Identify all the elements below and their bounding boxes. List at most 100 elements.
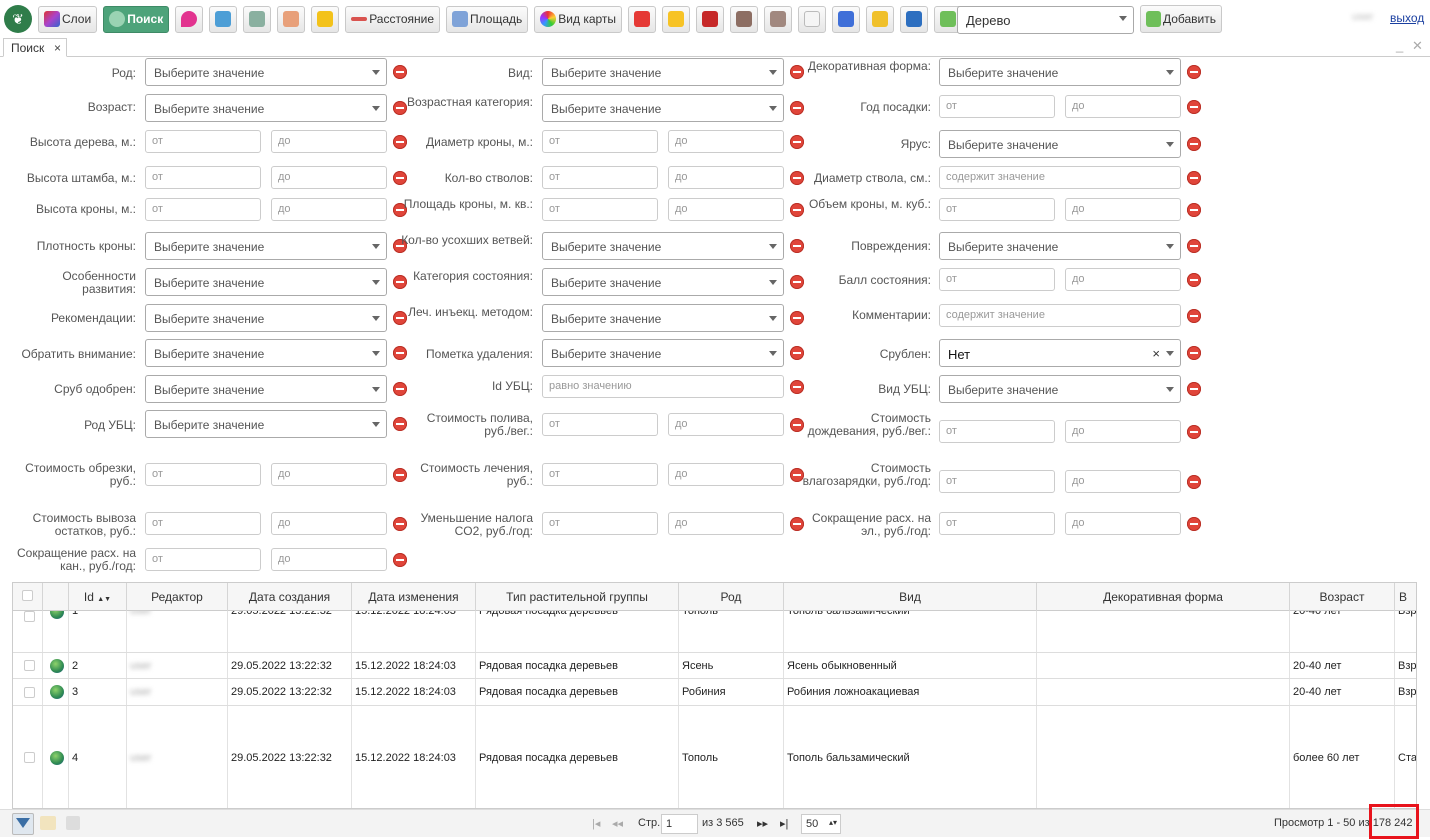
stoim_vlago-from-input[interactable]: от	[939, 470, 1055, 493]
vid_ubc-select[interactable]: Выберите значение	[939, 375, 1181, 403]
clipboard-button[interactable]	[798, 5, 827, 33]
vozrast-select[interactable]: Выберите значение	[145, 94, 387, 122]
edit-tool-button[interactable]	[730, 5, 759, 33]
id_ubc-input[interactable]: равно значению	[542, 375, 784, 398]
remove-filter-decor-icon[interactable]	[1187, 65, 1201, 79]
object-type-select[interactable]: Дерево	[957, 6, 1134, 34]
povrezhdenia-select[interactable]: Выберите значение	[939, 232, 1181, 260]
rod_ubc-select[interactable]: Выберите значение	[145, 410, 387, 438]
vysota_shtamba-from-input[interactable]: от	[145, 166, 261, 189]
decor-select[interactable]: Выберите значение	[939, 58, 1181, 86]
srub_odobren-select[interactable]: Выберите значение	[145, 375, 387, 403]
row-checkbox[interactable]	[23, 611, 35, 622]
remove-filter-ball-icon[interactable]	[1187, 273, 1201, 287]
map-pin-button[interactable]	[175, 5, 204, 33]
remove-filter-stoim_dozhd-icon[interactable]	[1187, 425, 1201, 439]
pometka-select[interactable]: Выберите значение	[542, 339, 784, 367]
remove-filter-obem_krony-icon[interactable]	[1187, 203, 1201, 217]
remove-filter-diam_stvola-icon[interactable]	[1187, 171, 1201, 185]
select-all-checkbox[interactable]	[22, 590, 33, 601]
page-input[interactable]: 1	[661, 814, 698, 834]
add-button[interactable]: Добавить	[1140, 5, 1222, 33]
row-checkbox[interactable]	[23, 660, 35, 671]
remove-filter-vid_ubc-icon[interactable]	[1187, 382, 1201, 396]
clear-icon[interactable]: ×	[1152, 346, 1160, 361]
map-select-button[interactable]	[209, 5, 238, 33]
umen_naloga-from-input[interactable]: от	[542, 512, 658, 535]
ploshad_krony-to-input[interactable]: до	[668, 198, 784, 221]
mapview-button[interactable]: Вид карты	[534, 5, 623, 33]
page-size-select[interactable]: 50 ▴▾	[801, 814, 841, 834]
ploshad_krony-from-input[interactable]: от	[542, 198, 658, 221]
usokh-select[interactable]: Выберите значение	[542, 232, 784, 260]
stoim_obrezki-from-input[interactable]: от	[145, 463, 261, 486]
diam_stvola-input[interactable]: содержит значение	[939, 166, 1181, 189]
eraser-button[interactable]	[277, 5, 306, 33]
header-age[interactable]: Возраст	[1290, 583, 1395, 611]
stoim_obrezki-to-input[interactable]: до	[271, 463, 387, 486]
last-page-icon[interactable]: ▸|	[780, 817, 788, 830]
edit-tool2-button[interactable]	[764, 5, 793, 33]
globe-icon[interactable]	[50, 611, 64, 619]
favorites-button[interactable]	[311, 5, 340, 33]
book-button[interactable]	[900, 5, 929, 33]
stoim_dozhd-to-input[interactable]: до	[1065, 420, 1181, 443]
header-next[interactable]: В	[1395, 583, 1416, 611]
stoim_poliva-to-input[interactable]: до	[668, 413, 784, 436]
kol_stvolov-to-input[interactable]: до	[668, 166, 784, 189]
obem_krony-from-input[interactable]: от	[939, 198, 1055, 221]
next-page-icon[interactable]: ▸▸	[757, 817, 768, 830]
close-tab-icon[interactable]: ×	[54, 41, 61, 55]
stoim_vyvoza-to-input[interactable]: до	[271, 512, 387, 535]
osobennosti-select[interactable]: Выберите значение	[145, 268, 387, 296]
globe-icon[interactable]	[50, 685, 64, 699]
row-checkbox[interactable]	[23, 752, 35, 763]
header-id[interactable]: Id ▲▼	[69, 583, 127, 611]
vysota_dereva-from-input[interactable]: от	[145, 130, 261, 153]
remove-filter-kommentarii-icon[interactable]	[1187, 309, 1201, 323]
remove-filter-sokr_kan-icon[interactable]	[393, 553, 407, 567]
stoim_poliva-from-input[interactable]: от	[542, 413, 658, 436]
diam_krony-from-input[interactable]: от	[542, 130, 658, 153]
print-button[interactable]	[243, 5, 272, 33]
header-type[interactable]: Тип растительной группы	[476, 583, 679, 611]
row-checkbox[interactable]	[23, 686, 35, 698]
table-row[interactable]: 1 user 29.05.2022 13:22:32 15.12.2022 18:24…	[13, 611, 1416, 653]
kategoria-select[interactable]: Выберите значение	[542, 268, 784, 296]
ball-from-input[interactable]: от	[939, 268, 1055, 291]
rekomendacii-select[interactable]: Выберите значение	[145, 304, 387, 332]
kommentarii-input[interactable]: содержит значение	[939, 304, 1181, 327]
vysota_shtamba-to-input[interactable]: до	[271, 166, 387, 189]
search-button[interactable]: Поиск	[103, 5, 170, 33]
vozrast_cat-select[interactable]: Выберите значение	[542, 94, 784, 122]
remove-filter-stoim_vlago-icon[interactable]	[1187, 475, 1201, 489]
stoim_vlago-to-input[interactable]: до	[1065, 470, 1181, 493]
logout-link[interactable]: выход	[1390, 11, 1424, 25]
sokr_kan-from-input[interactable]: от	[145, 548, 261, 571]
lech-select[interactable]: Выберите значение	[542, 304, 784, 332]
header-modified[interactable]: Дата изменения	[352, 583, 476, 611]
close-window-icon[interactable]: ✕	[1412, 38, 1423, 54]
kol_stvolov-from-input[interactable]: от	[542, 166, 658, 189]
obratit-select[interactable]: Выберите значение	[145, 339, 387, 367]
tab-search[interactable]: Поиск ×	[3, 38, 67, 57]
vysota_krony-to-input[interactable]: до	[271, 198, 387, 221]
warning-button[interactable]	[662, 5, 691, 33]
remove-filter-god_posadki-icon[interactable]	[1187, 100, 1201, 114]
stoim_lechenia-from-input[interactable]: от	[542, 463, 658, 486]
header-editor[interactable]: Редактор	[127, 583, 228, 611]
yarus-select[interactable]: Выберите значение	[939, 130, 1181, 158]
prev-page-icon[interactable]: ◂◂	[612, 817, 623, 830]
minimize-icon[interactable]: _	[1396, 38, 1403, 53]
remove-filter-sokr_el-icon[interactable]	[1187, 517, 1201, 531]
god_posadki-from-input[interactable]: от	[939, 95, 1055, 118]
vysota_krony-from-input[interactable]: от	[145, 198, 261, 221]
stoim_dozhd-from-input[interactable]: от	[939, 420, 1055, 443]
sokr_el-to-input[interactable]: до	[1065, 512, 1181, 535]
sokr_kan-to-input[interactable]: до	[271, 548, 387, 571]
remove-filter-yarus-icon[interactable]	[1187, 137, 1201, 151]
filter-toggle-button[interactable]	[12, 813, 34, 835]
table-row[interactable]: 4 user 29.05.2022 13:22:32 15.12.2022 18:24…	[13, 706, 1416, 808]
rod-select[interactable]: Выберите значение	[145, 58, 387, 86]
remove-filter-povrezhdenia-icon[interactable]	[1187, 239, 1201, 253]
